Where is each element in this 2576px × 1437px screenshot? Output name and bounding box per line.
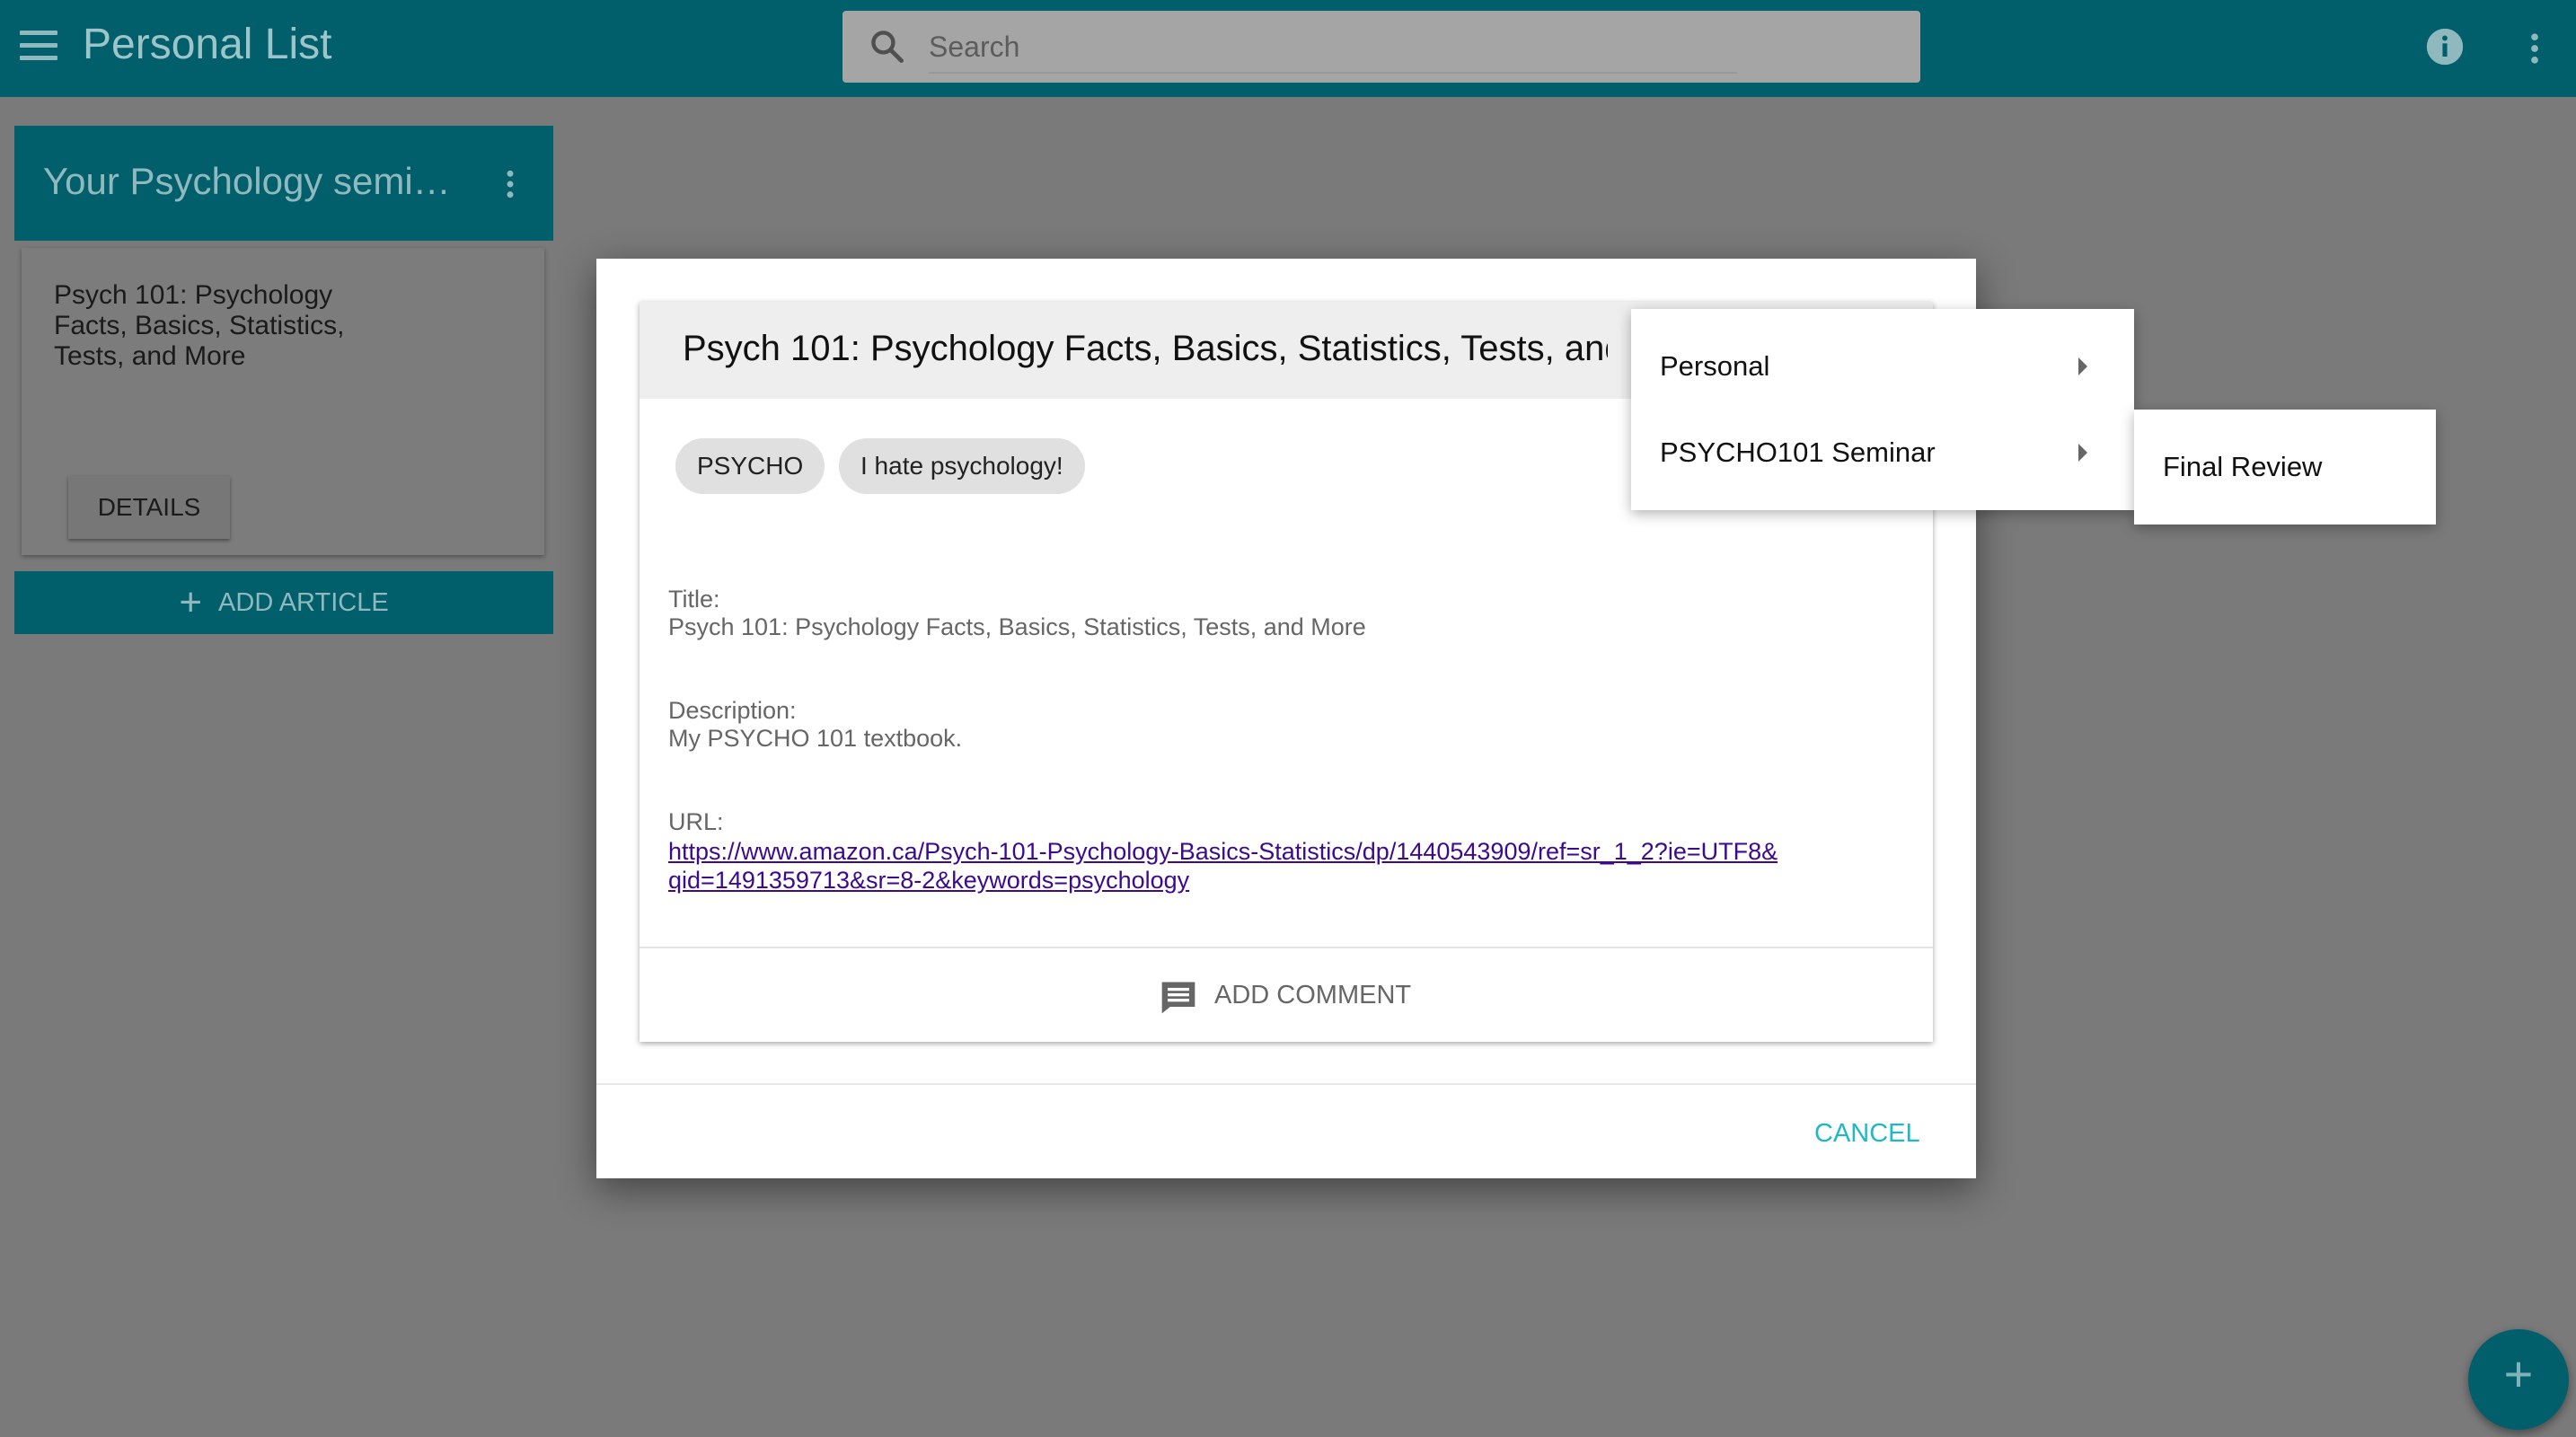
app-bar: Personal List: [0, 0, 2576, 97]
comment-icon: [1161, 982, 1195, 1014]
plus-icon: +: [179, 580, 203, 624]
details-button[interactable]: DETAILS: [68, 476, 230, 539]
description-label: Description:: [668, 697, 797, 724]
plus-icon: +: [2503, 1345, 2534, 1402]
info-icon[interactable]: [2425, 27, 2465, 66]
app-root: Personal List Your Psychology semi…: [0, 0, 2576, 1437]
article-card-title: Psych 101: Psychology Facts, Basics, Sta…: [54, 280, 345, 371]
description-value: My PSYCHO 101 textbook.: [668, 725, 963, 752]
submenu: Final Review: [2134, 410, 2436, 525]
submenu-item-label: Final Review: [2163, 451, 2323, 482]
article-detail-title: Psych 101: Psychology Facts, Basics, Sta…: [683, 329, 1608, 368]
add-comment-button[interactable]: ADD COMMENT: [640, 947, 1933, 1042]
app-title: Personal List: [83, 21, 332, 68]
url-label: URL:: [668, 808, 724, 835]
title-value: Psych 101: Psychology Facts, Basics, Sta…: [668, 613, 1366, 640]
add-article-label: ADD ARTICLE: [218, 587, 389, 617]
hamburger-menu-icon[interactable]: [20, 31, 57, 66]
submenu-item-final-review[interactable]: Final Review: [2134, 424, 2436, 507]
cancel-button[interactable]: CANCEL: [1814, 1119, 1920, 1149]
dialog-divider: [596, 1083, 1976, 1085]
menu-item-label: Personal: [1660, 350, 1770, 382]
list-menu: Personal PSYCHO101 Seminar: [1631, 309, 2134, 510]
add-comment-label: ADD COMMENT: [1214, 981, 1412, 1009]
tag-chip[interactable]: PSYCHO: [675, 438, 825, 494]
menu-item-personal[interactable]: Personal: [1631, 323, 2134, 406]
chevron-right-icon: [2078, 444, 2087, 462]
list-card-header: Your Psychology semi…: [14, 126, 553, 241]
list-card-title: Your Psychology semi…: [43, 160, 451, 202]
more-vert-icon[interactable]: [2515, 27, 2554, 70]
url-link[interactable]: https://www.amazon.ca/Psych-101-Psycholo…: [668, 837, 1791, 895]
add-fab-button[interactable]: +: [2468, 1329, 2569, 1430]
search-bar[interactable]: [842, 11, 1920, 83]
title-label: Title:: [668, 586, 720, 613]
search-input[interactable]: [929, 23, 1881, 70]
search-icon: [871, 31, 904, 63]
search-underline: [929, 72, 1737, 74]
chevron-right-icon: [2078, 357, 2087, 375]
article-card: Psych 101: Psychology Facts, Basics, Sta…: [22, 248, 544, 555]
menu-item-label: PSYCHO101 Seminar: [1660, 436, 1936, 468]
add-article-button[interactable]: + ADD ARTICLE: [14, 571, 553, 634]
more-vert-icon[interactable]: [492, 163, 528, 205]
tag-chip[interactable]: I hate psychology!: [839, 438, 1085, 494]
menu-item-psycho101-seminar[interactable]: PSYCHO101 Seminar: [1631, 410, 2134, 492]
